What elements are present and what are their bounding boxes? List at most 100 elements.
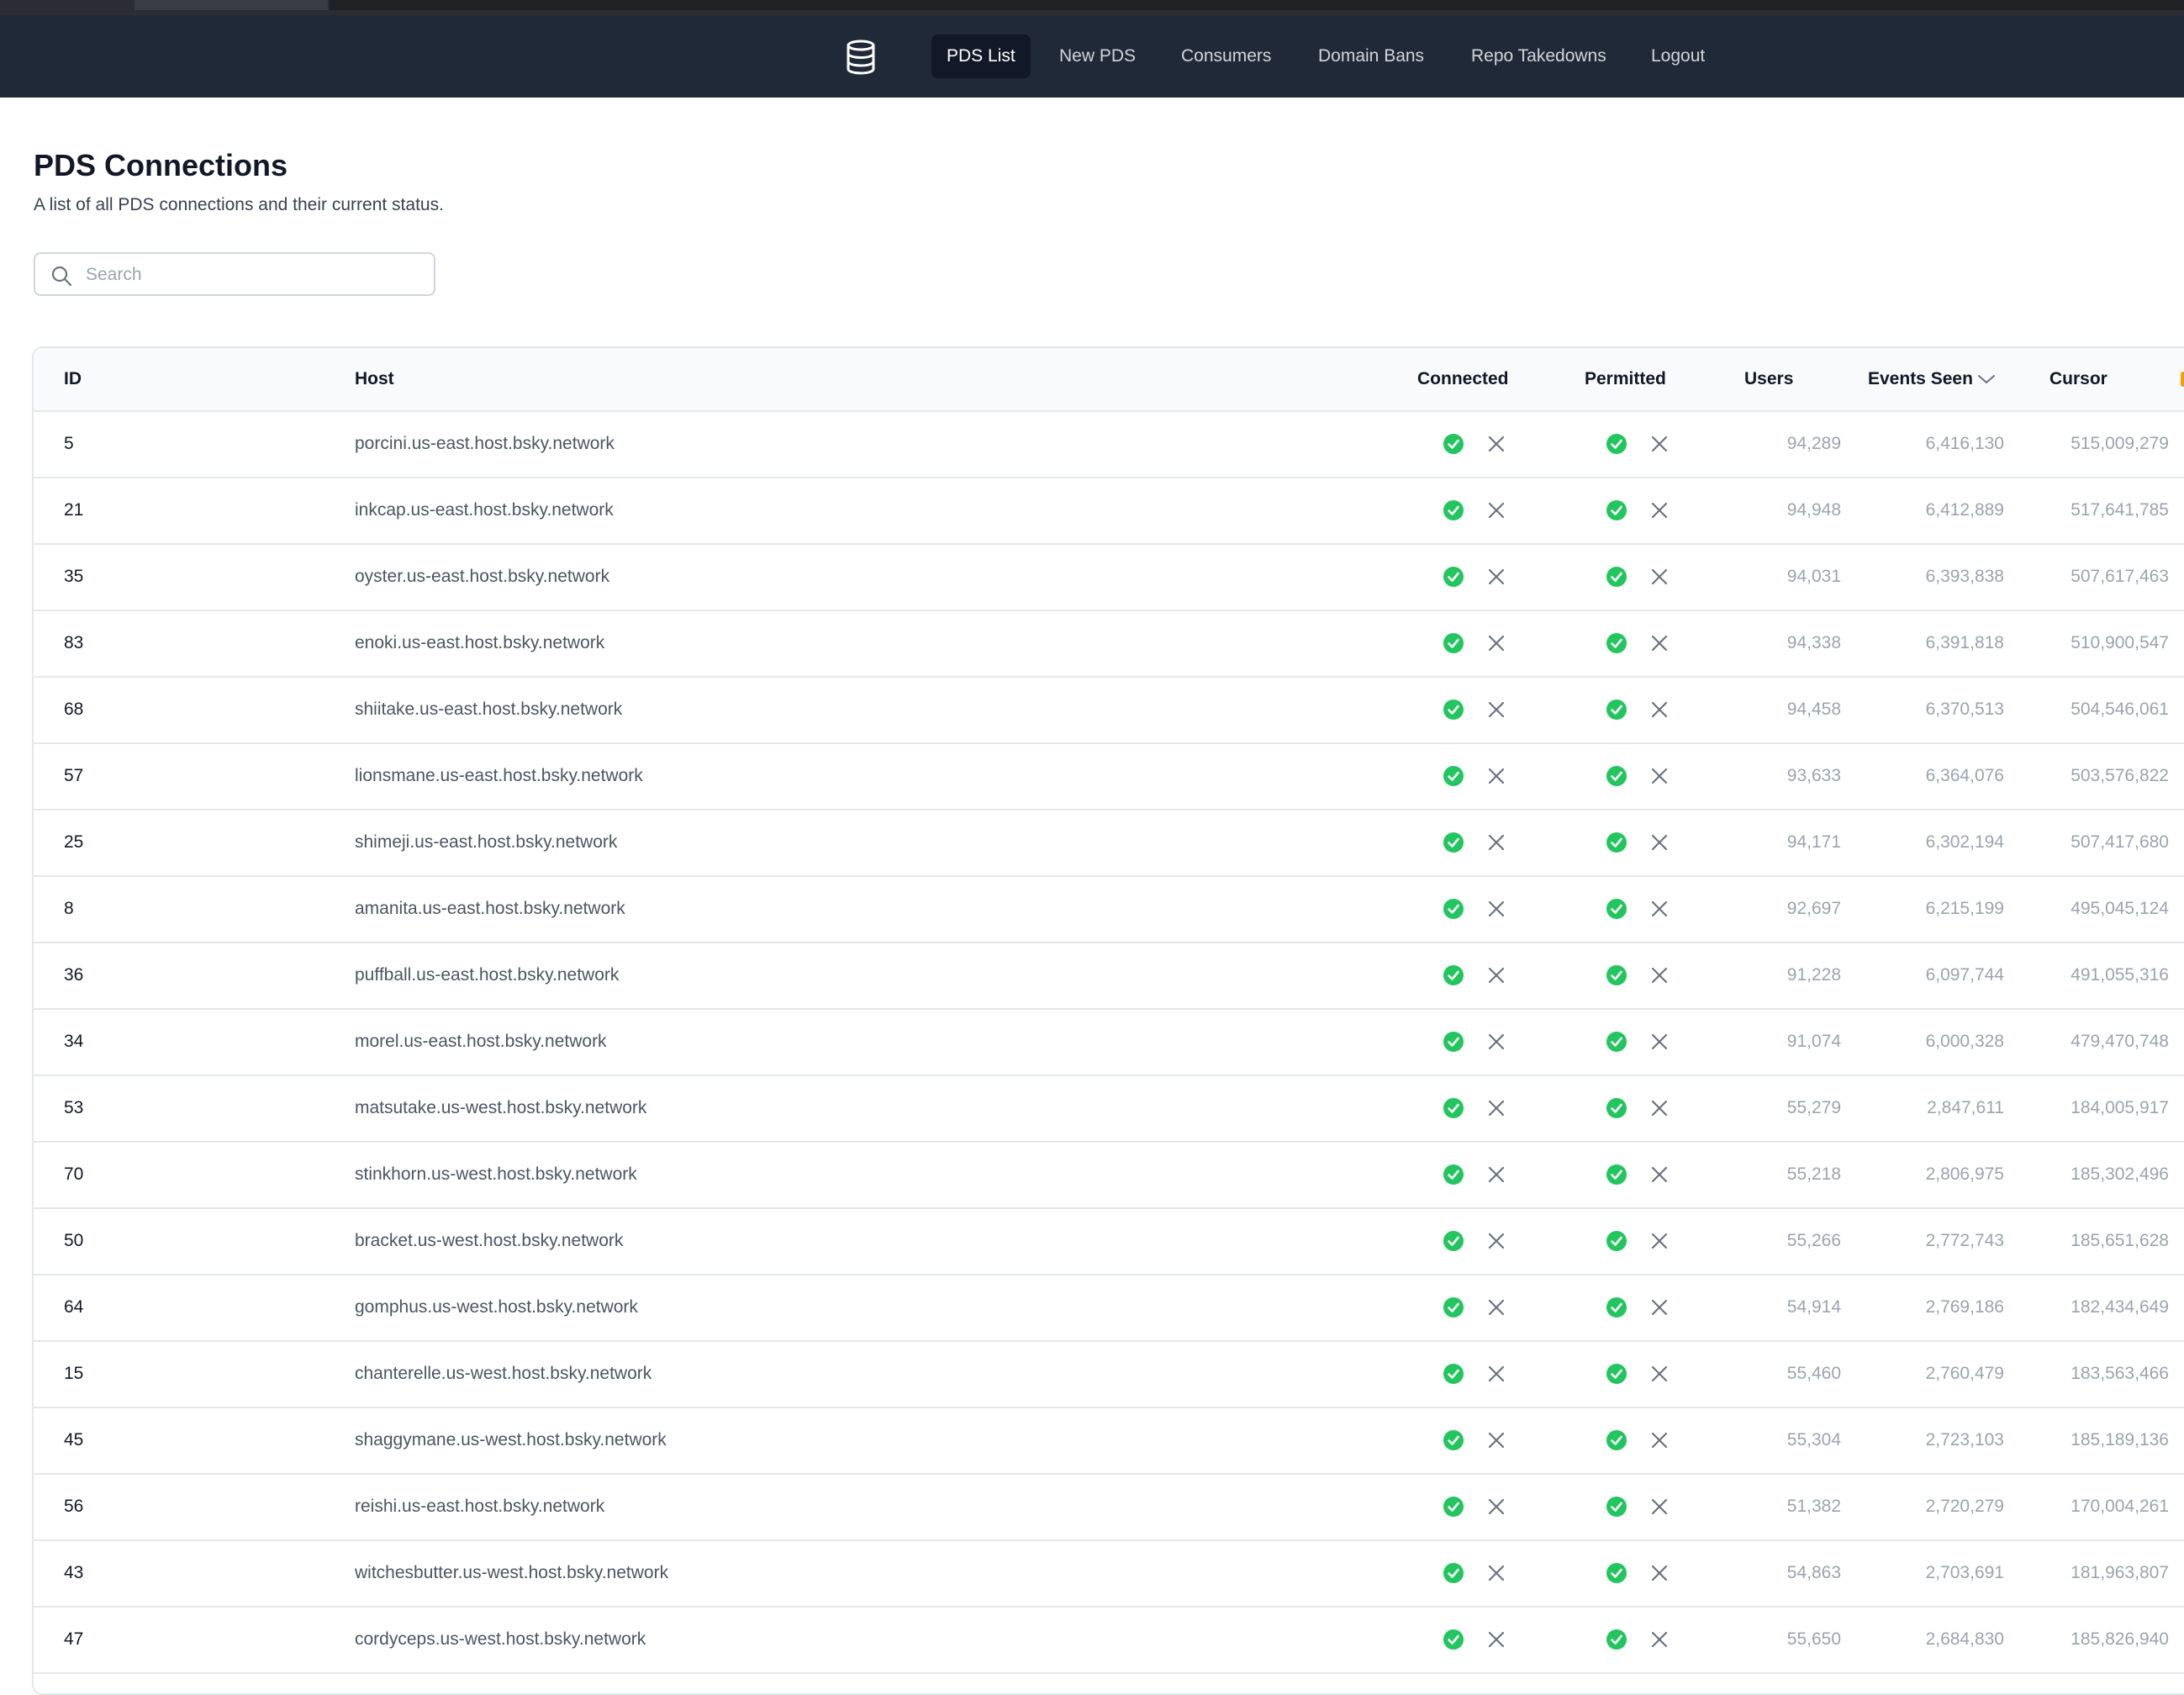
browser-address-bar[interactable] [330, 0, 2184, 10]
check-circle-icon[interactable] [1443, 964, 1464, 986]
check-circle-icon[interactable] [1606, 1097, 1627, 1119]
x-icon[interactable] [1485, 632, 1507, 654]
check-circle-icon[interactable] [1606, 1363, 1627, 1385]
x-icon[interactable] [1649, 566, 1670, 588]
x-icon[interactable] [1649, 832, 1670, 853]
header-permitted[interactable]: Permitted [1585, 348, 1666, 410]
nav-logout[interactable]: Logout [1636, 34, 1720, 78]
table-row[interactable]: 56 reishi.us-east.host.bsky.network 51,382… [34, 1473, 2184, 1541]
table-row[interactable]: 5 porcini.us-east.host.bsky.network 94,289… [34, 410, 2184, 478]
x-icon[interactable] [1485, 1363, 1507, 1385]
search-input[interactable] [84, 259, 424, 291]
table-row[interactable]: 83 enoki.us-east.host.bsky.network 94,338 6… [34, 610, 2184, 678]
header-host[interactable]: Host [355, 348, 394, 410]
check-circle-icon[interactable] [1443, 1429, 1464, 1451]
x-icon[interactable] [1485, 898, 1507, 920]
check-circle-icon[interactable] [1443, 1296, 1464, 1318]
x-icon[interactable] [1649, 964, 1670, 986]
check-circle-icon[interactable] [1443, 632, 1464, 654]
browser-tab[interactable] [135, 0, 328, 10]
x-icon[interactable] [1649, 499, 1670, 521]
check-circle-icon[interactable] [1443, 499, 1464, 521]
x-icon[interactable] [1649, 1230, 1670, 1252]
check-circle-icon[interactable] [1606, 832, 1627, 853]
x-icon[interactable] [1649, 1429, 1670, 1451]
x-icon[interactable] [1485, 433, 1507, 455]
x-icon[interactable] [1485, 1496, 1507, 1518]
x-icon[interactable] [1649, 1164, 1670, 1185]
x-icon[interactable] [1485, 499, 1507, 521]
table-row[interactable]: 70 stinkhorn.us-west.host.bsky.network 55,… [34, 1141, 2184, 1209]
x-icon[interactable] [1485, 1164, 1507, 1185]
check-circle-icon[interactable] [1606, 1031, 1627, 1053]
table-row[interactable]: 68 shiitake.us-east.host.bsky.network 94,4… [34, 676, 2184, 744]
x-icon[interactable] [1485, 699, 1507, 721]
nav-consumers[interactable]: Consumers [1166, 34, 1286, 78]
x-icon[interactable] [1649, 433, 1670, 455]
table-row[interactable]: 15 chanterelle.us-west.host.bsky.network 5… [34, 1340, 2184, 1408]
x-icon[interactable] [1485, 1097, 1507, 1119]
x-icon[interactable] [1485, 765, 1507, 787]
table-row[interactable]: 25 shimeji.us-east.host.bsky.network 94,17… [34, 809, 2184, 877]
table-row[interactable]: 64 gomphus.us-west.host.bsky.network 54,91… [34, 1274, 2184, 1342]
check-circle-icon[interactable] [1606, 765, 1627, 787]
x-icon[interactable] [1485, 964, 1507, 986]
header-id[interactable]: ID [64, 348, 82, 410]
table-row[interactable]: 45 shaggymane.us-west.host.bsky.network 55… [34, 1407, 2184, 1475]
table-row[interactable]: 21 inkcap.us-east.host.bsky.network 94,948… [34, 477, 2184, 545]
x-icon[interactable] [1485, 1429, 1507, 1451]
table-row[interactable]: 35 oyster.us-east.host.bsky.network 94,031… [34, 543, 2184, 611]
nav-repo-takedowns[interactable]: Repo Takedowns [1456, 34, 1622, 78]
check-circle-icon[interactable] [1606, 566, 1627, 588]
header-users[interactable]: Users [1744, 348, 1793, 410]
x-icon[interactable] [1649, 699, 1670, 721]
check-circle-icon[interactable] [1443, 1562, 1464, 1584]
header-connected[interactable]: Connected [1417, 348, 1509, 410]
check-circle-icon[interactable] [1606, 1496, 1627, 1518]
table-row[interactable]: 34 morel.us-east.host.bsky.network 91,074 6… [34, 1008, 2184, 1076]
x-icon[interactable] [1649, 1629, 1670, 1650]
search-field[interactable] [34, 252, 435, 296]
check-circle-icon[interactable] [1606, 1164, 1627, 1185]
table-row[interactable]: 43 witchesbutter.us-west.host.bsky.networ… [34, 1539, 2184, 1608]
nav-domain-bans[interactable]: Domain Bans [1303, 34, 1439, 78]
nav-pds-list[interactable]: PDS List [931, 34, 1031, 78]
check-circle-icon[interactable] [1443, 1363, 1464, 1385]
table-row[interactable]: 8 amanita.us-east.host.bsky.network 92,697… [34, 875, 2184, 943]
nav-new-pds[interactable]: New PDS [1044, 34, 1151, 78]
check-circle-icon[interactable] [1443, 1230, 1464, 1252]
x-icon[interactable] [1485, 1031, 1507, 1053]
table-row[interactable]: 36 puffball.us-east.host.bsky.network 91,2… [34, 942, 2184, 1010]
x-icon[interactable] [1485, 1629, 1507, 1650]
chevron-down-icon[interactable] [1977, 372, 1996, 386]
x-icon[interactable] [1649, 1097, 1670, 1119]
table-row[interactable]: 47 cordyceps.us-west.host.bsky.network 55,… [34, 1606, 2184, 1674]
x-icon[interactable] [1485, 1296, 1507, 1318]
check-circle-icon[interactable] [1606, 1230, 1627, 1252]
check-circle-icon[interactable] [1443, 1164, 1464, 1185]
table-row[interactable]: 53 matsutake.us-west.host.bsky.network 55,… [34, 1075, 2184, 1143]
check-circle-icon[interactable] [1443, 832, 1464, 853]
check-circle-icon[interactable] [1443, 1629, 1464, 1650]
check-circle-icon[interactable] [1606, 1296, 1627, 1318]
check-circle-icon[interactable] [1443, 433, 1464, 455]
x-icon[interactable] [1649, 1031, 1670, 1053]
check-circle-icon[interactable] [1606, 1629, 1627, 1650]
check-circle-icon[interactable] [1606, 699, 1627, 721]
check-circle-icon[interactable] [1606, 898, 1627, 920]
x-icon[interactable] [1649, 898, 1670, 920]
header-events-seen[interactable]: Events Seen [1868, 348, 1973, 410]
x-icon[interactable] [1649, 1562, 1670, 1584]
check-circle-icon[interactable] [1443, 1097, 1464, 1119]
check-circle-icon[interactable] [1443, 566, 1464, 588]
x-icon[interactable] [1485, 832, 1507, 853]
database-icon[interactable] [841, 37, 881, 77]
check-circle-icon[interactable] [1606, 964, 1627, 986]
check-circle-icon[interactable] [1606, 433, 1627, 455]
check-circle-icon[interactable] [1606, 1429, 1627, 1451]
header-cursor[interactable]: Cursor [2049, 348, 2108, 410]
check-circle-icon[interactable] [1443, 1031, 1464, 1053]
x-icon[interactable] [1649, 765, 1670, 787]
x-icon[interactable] [1649, 1296, 1670, 1318]
x-icon[interactable] [1649, 1496, 1670, 1518]
